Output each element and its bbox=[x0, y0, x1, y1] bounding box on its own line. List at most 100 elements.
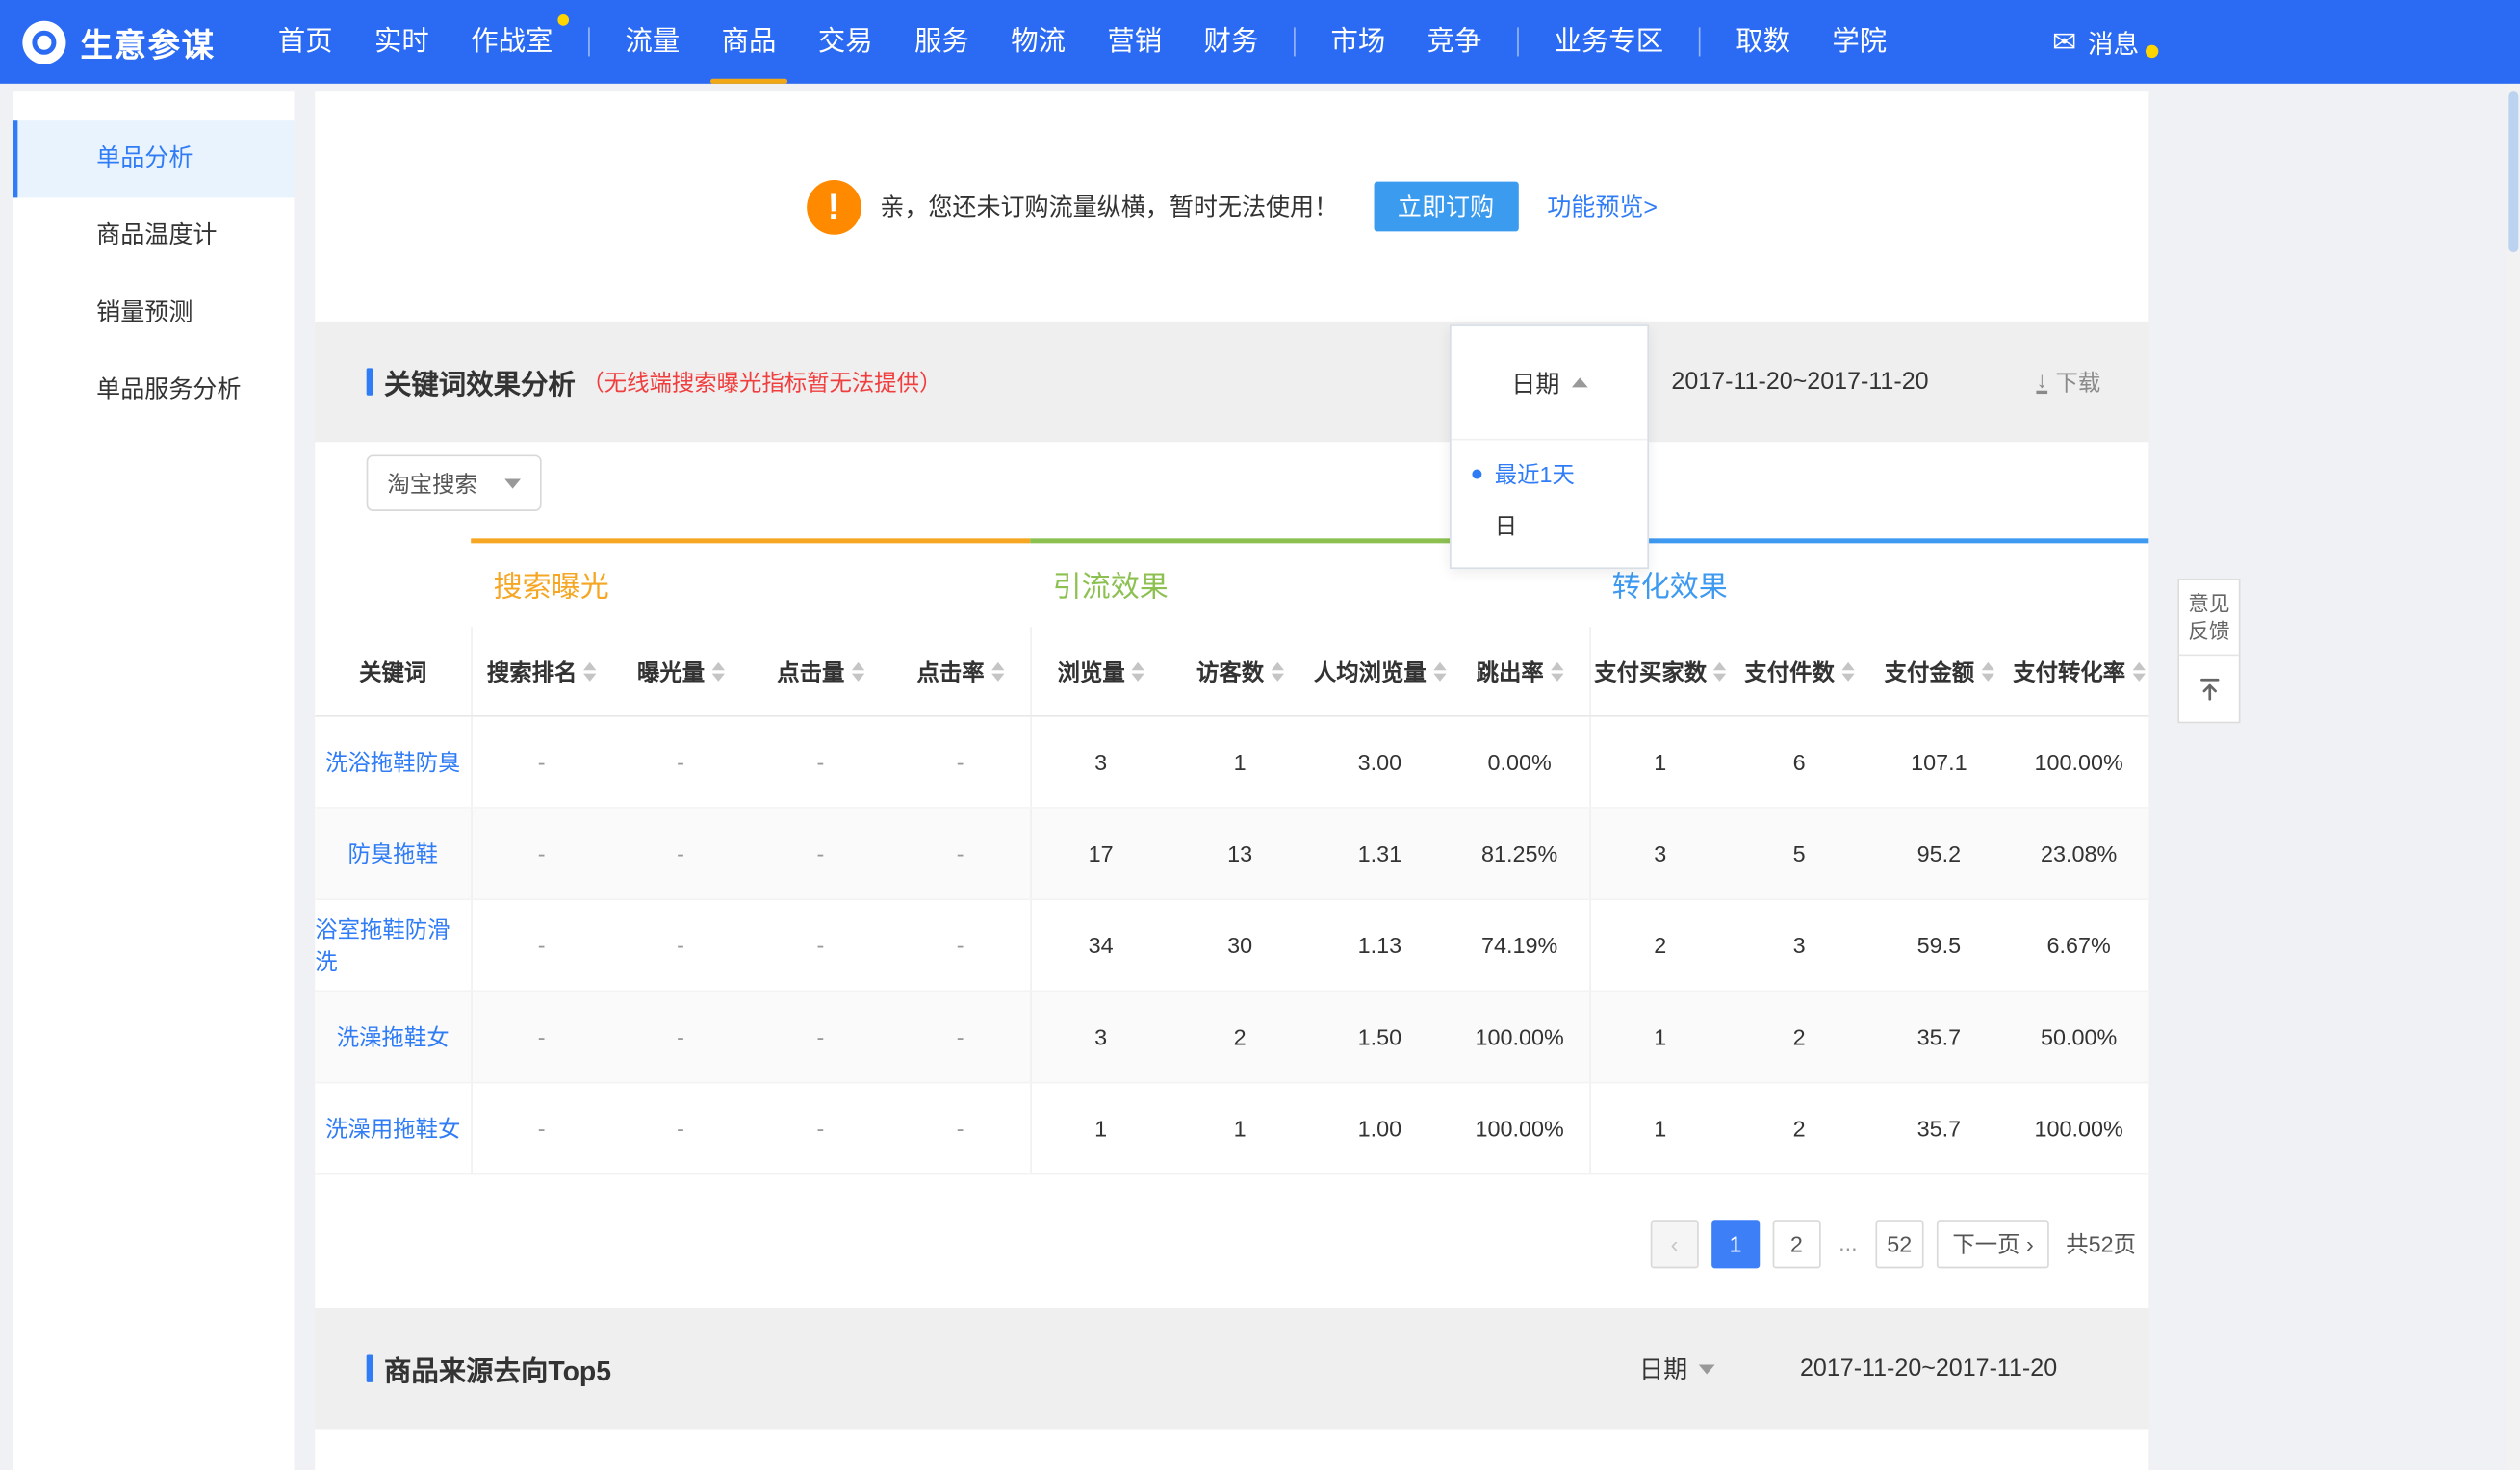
nav-item-trade[interactable]: 交易 bbox=[797, 0, 893, 84]
title-accent-bar bbox=[367, 1355, 373, 1382]
table-header-row: 关键词搜索排名曝光量点击量点击率浏览量访客数人均浏览量跳出率支付买家数支付件数支… bbox=[315, 627, 2148, 716]
nav-item-finance[interactable]: 财务 bbox=[1183, 0, 1279, 84]
nav-item-academy[interactable]: 学院 bbox=[1812, 0, 1908, 84]
nav-item-market[interactable]: 市场 bbox=[1310, 0, 1406, 84]
back-to-top-button[interactable] bbox=[2179, 655, 2239, 722]
nav-item-traffic[interactable]: 流量 bbox=[604, 0, 701, 84]
sort-icon[interactable] bbox=[990, 661, 1003, 681]
value-cell: 74.19% bbox=[1450, 900, 1589, 990]
nav-item-competition[interactable]: 竞争 bbox=[1406, 0, 1503, 84]
date-dropdown-menu: 最近1天日 bbox=[1452, 440, 1648, 567]
sidebar-item-single-product-analysis[interactable]: 单品分析 bbox=[13, 120, 294, 197]
column-header[interactable]: 跳出率 bbox=[1450, 627, 1589, 715]
page-button-52[interactable]: 52 bbox=[1875, 1220, 1923, 1268]
sort-up-arrow bbox=[1271, 661, 1283, 669]
column-header[interactable]: 支付转化率 bbox=[2009, 627, 2148, 715]
messages-button[interactable]: ✉ 消息 bbox=[2052, 22, 2158, 61]
feedback-button[interactable]: 意见 反馈 bbox=[2179, 580, 2239, 655]
date-dropdown: 日期 最近1天日 bbox=[1450, 324, 1649, 569]
keyword-link[interactable]: 洗澡拖鞋女 bbox=[337, 1020, 450, 1052]
date-dropdown-trigger[interactable]: 日期 bbox=[1452, 326, 1648, 441]
column-header[interactable]: 支付买家数 bbox=[1589, 627, 1729, 715]
value-cell: 2 bbox=[1730, 992, 1869, 1081]
feedback-line2: 反馈 bbox=[2179, 617, 2239, 644]
page-ellipsis: ... bbox=[1834, 1220, 1863, 1268]
page-button-1[interactable]: 1 bbox=[1711, 1220, 1760, 1268]
column-header[interactable]: 点击量 bbox=[751, 627, 890, 715]
sort-icon[interactable] bbox=[1550, 661, 1562, 681]
sort-icon[interactable] bbox=[851, 661, 863, 681]
sort-icon[interactable] bbox=[1981, 661, 1993, 681]
nav-item-logistics[interactable]: 物流 bbox=[990, 0, 1086, 84]
column-header[interactable]: 搜索排名 bbox=[471, 627, 610, 715]
message-badge-dot bbox=[2146, 45, 2158, 58]
sort-icon[interactable] bbox=[1713, 661, 1726, 681]
column-header[interactable]: 浏览量 bbox=[1030, 627, 1170, 715]
scrollbar-thumb[interactable] bbox=[2508, 91, 2518, 252]
keyword-link[interactable]: 防臭拖鞋 bbox=[347, 838, 437, 869]
value-cell: 3 bbox=[1730, 900, 1869, 990]
channel-select[interactable]: 淘宝搜索 bbox=[367, 455, 542, 511]
feature-preview-link[interactable]: 功能预览> bbox=[1547, 190, 1658, 223]
messages-label: 消息 bbox=[2088, 22, 2139, 61]
keyword-link[interactable]: 洗浴拖鞋防臭 bbox=[325, 746, 460, 778]
sort-up-arrow bbox=[711, 661, 724, 669]
nav-item-home[interactable]: 首页 bbox=[257, 0, 353, 84]
sort-icon[interactable] bbox=[2132, 661, 2145, 681]
column-header[interactable]: 访客数 bbox=[1170, 627, 1309, 715]
sort-icon[interactable] bbox=[1271, 661, 1283, 681]
brand[interactable]: 生意参谋 bbox=[0, 18, 257, 64]
download-icon: ↓ bbox=[2036, 370, 2047, 394]
source-date-dropdown[interactable]: 日期 bbox=[1639, 1308, 1714, 1429]
sort-icon[interactable] bbox=[1131, 661, 1144, 681]
download-button[interactable]: ↓ 下载 bbox=[2036, 322, 2100, 442]
nav-item-marketing[interactable]: 营销 bbox=[1087, 0, 1183, 84]
value-cell: 95.2 bbox=[1869, 809, 2009, 898]
nav-item-war-room[interactable]: 作战室 bbox=[450, 0, 574, 84]
page-total: 共52页 bbox=[2066, 1228, 2136, 1260]
date-option-recent-1-day[interactable]: 最近1天 bbox=[1452, 449, 1648, 500]
column-header[interactable]: 曝光量 bbox=[610, 627, 750, 715]
keyword-title-wrap: 关键词效果分析 （无线端搜索曝光指标暂无法提供） bbox=[367, 362, 942, 402]
sort-icon[interactable] bbox=[1432, 661, 1445, 681]
nav-item-realtime[interactable]: 实时 bbox=[353, 0, 450, 84]
sort-down-arrow bbox=[1131, 673, 1144, 681]
value-cell: 3 bbox=[1030, 992, 1170, 1081]
sidebar-item-product-thermometer[interactable]: 商品温度计 bbox=[13, 197, 294, 274]
table-row: 防臭拖鞋----17131.3181.25%3595.223.08% bbox=[315, 809, 2148, 900]
nav-item-data-fetch[interactable]: 取数 bbox=[1715, 0, 1812, 84]
column-header[interactable]: 支付金额 bbox=[1869, 627, 2009, 715]
value-cell: - bbox=[471, 992, 610, 1081]
sort-icon[interactable] bbox=[583, 661, 596, 681]
value-cell: 1 bbox=[1030, 1083, 1170, 1173]
value-cell: 3.00 bbox=[1310, 717, 1450, 807]
nav-item-service[interactable]: 服务 bbox=[893, 0, 990, 84]
keyword-cell: 洗澡拖鞋女 bbox=[315, 992, 471, 1081]
keyword-link[interactable]: 洗澡用拖鞋女 bbox=[325, 1112, 460, 1144]
sidebar-item-single-product-service-analysis[interactable]: 单品服务分析 bbox=[13, 352, 294, 429]
value-cell: 35.7 bbox=[1869, 1083, 2009, 1173]
table-group-row: 搜索曝光引流效果转化效果 bbox=[315, 538, 2148, 627]
page: 生意参谋 首页实时作战室流量商品交易服务物流营销财务市场竞争业务专区取数学院 ✉… bbox=[0, 0, 2520, 1470]
column-header[interactable]: 点击率 bbox=[890, 627, 1030, 715]
sidebar-item-sales-forecast[interactable]: 销量预测 bbox=[13, 275, 294, 352]
sort-up-arrow bbox=[583, 661, 596, 669]
nav-item-business-zone[interactable]: 业务专区 bbox=[1533, 0, 1684, 84]
value-cell: - bbox=[890, 992, 1030, 1081]
nav-divider bbox=[1294, 27, 1296, 56]
keyword-link[interactable]: 浴室拖鞋防滑洗 bbox=[315, 913, 471, 977]
next-page-button[interactable]: 下一页 › bbox=[1937, 1220, 2050, 1268]
keyword-cell: 洗澡用拖鞋女 bbox=[315, 1083, 471, 1173]
sort-icon[interactable] bbox=[1841, 661, 1854, 681]
date-option-day[interactable]: 日 bbox=[1452, 500, 1648, 551]
chevron-down-icon bbox=[1699, 1364, 1715, 1374]
value-cell: 59.5 bbox=[1869, 900, 2009, 990]
column-header[interactable]: 人均浏览量 bbox=[1310, 627, 1450, 715]
page-button-2[interactable]: 2 bbox=[1772, 1220, 1820, 1268]
order-now-button[interactable]: 立即订购 bbox=[1374, 182, 1518, 232]
nav-item-product[interactable]: 商品 bbox=[701, 0, 797, 84]
page-scrollbar[interactable] bbox=[2507, 84, 2520, 1470]
subscription-notice: ! 亲，您还未订购流量纵横，暂时无法使用！ 立即订购 功能预览> bbox=[315, 91, 2148, 322]
column-header[interactable]: 支付件数 bbox=[1730, 627, 1869, 715]
sort-icon[interactable] bbox=[711, 661, 724, 681]
